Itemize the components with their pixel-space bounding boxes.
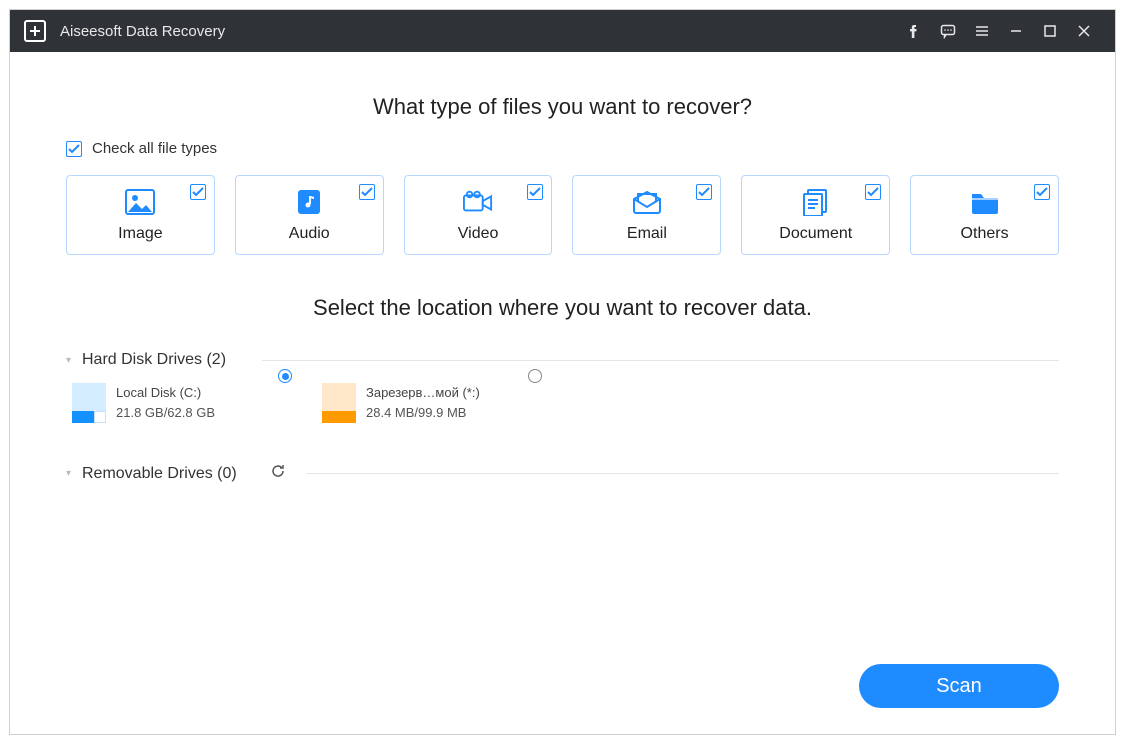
maximize-button[interactable] [1033, 10, 1067, 52]
file-type-video[interactable]: Video [404, 175, 553, 255]
app-window: Aiseesoft Data Recovery What type of fil… [9, 9, 1116, 735]
drive-name: Зарезерв…мой (*:) [366, 383, 480, 403]
folder-icon [970, 187, 1000, 217]
hard-disk-section-header: ▾ Hard Disk Drives (2) [66, 351, 1059, 369]
removable-section-header: ▾ Removable Drives (0) [66, 463, 1059, 484]
file-type-document[interactable]: Document [741, 175, 890, 255]
title-bar: Aiseesoft Data Recovery [10, 10, 1115, 52]
main-content: What type of files you want to recover? … [10, 52, 1115, 734]
app-title: Aiseesoft Data Recovery [60, 23, 225, 40]
drive-size: 28.4 MB/99.9 MB [366, 403, 480, 423]
image-checkbox[interactable] [190, 184, 206, 200]
video-checkbox[interactable] [527, 184, 543, 200]
file-type-image[interactable]: Image [66, 175, 215, 255]
drive-local-c[interactable]: Local Disk (C:) 21.8 GB/62.8 GB [72, 383, 272, 423]
file-type-cards: Image Audio Video [66, 175, 1059, 255]
drive-name: Local Disk (C:) [116, 383, 215, 403]
image-icon [125, 187, 155, 217]
collapse-arrow-icon[interactable]: ▾ [66, 355, 76, 366]
audio-checkbox[interactable] [359, 184, 375, 200]
video-icon [463, 187, 493, 217]
email-checkbox[interactable] [696, 184, 712, 200]
close-button[interactable] [1067, 10, 1101, 52]
file-types-heading: What type of files you want to recover? [66, 94, 1059, 120]
file-type-others[interactable]: Others [910, 175, 1059, 255]
collapse-arrow-icon[interactable]: ▾ [66, 468, 76, 479]
file-type-audio[interactable]: Audio [235, 175, 384, 255]
file-type-email[interactable]: Email [572, 175, 721, 255]
check-all-label: Check all file types [92, 140, 217, 157]
others-checkbox[interactable] [1034, 184, 1050, 200]
document-label: Document [779, 225, 852, 243]
app-logo-icon [24, 20, 46, 42]
email-icon [632, 187, 662, 217]
document-checkbox[interactable] [865, 184, 881, 200]
facebook-icon[interactable] [897, 10, 931, 52]
drive-radio-reserved[interactable] [528, 369, 542, 383]
audio-icon [294, 187, 324, 217]
video-label: Video [458, 225, 499, 243]
others-label: Others [961, 225, 1009, 243]
document-icon [801, 187, 831, 217]
minimize-button[interactable] [999, 10, 1033, 52]
hard-disk-label: Hard Disk Drives (2) [82, 351, 242, 369]
email-label: Email [627, 225, 667, 243]
disk-icon [322, 383, 356, 423]
drive-reserved[interactable]: Зарезерв…мой (*:) 28.4 MB/99.9 MB [322, 383, 522, 423]
menu-icon[interactable] [965, 10, 999, 52]
audio-label: Audio [289, 225, 330, 243]
refresh-icon[interactable] [270, 463, 286, 484]
drive-size: 21.8 GB/62.8 GB [116, 403, 215, 423]
hard-disk-drives: Local Disk (C:) 21.8 GB/62.8 GB Зарезерв… [66, 383, 1059, 423]
disk-icon [72, 383, 106, 423]
check-all-checkbox[interactable] [66, 141, 82, 157]
drive-radio-c[interactable] [278, 369, 292, 383]
location-heading: Select the location where you want to re… [66, 295, 1059, 321]
feedback-icon[interactable] [931, 10, 965, 52]
scan-button[interactable]: Scan [859, 664, 1059, 708]
removable-label: Removable Drives (0) [82, 465, 242, 483]
check-all-row[interactable]: Check all file types [66, 140, 1059, 157]
image-label: Image [118, 225, 162, 243]
